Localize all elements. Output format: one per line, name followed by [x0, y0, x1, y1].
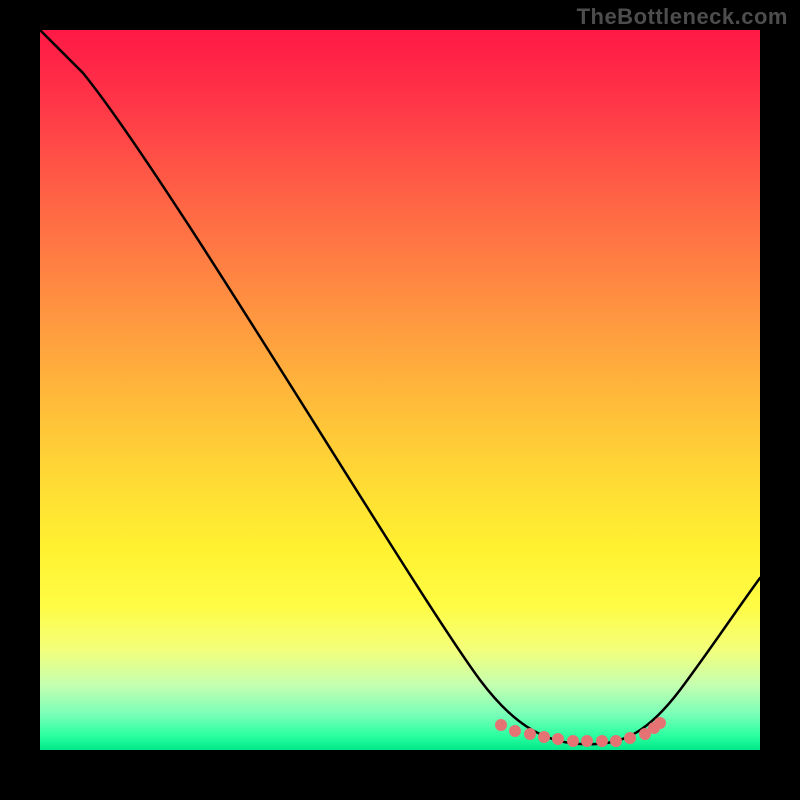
marker-dot — [552, 733, 564, 745]
marker-dot — [581, 735, 593, 747]
plot-area — [40, 30, 760, 750]
chart-frame: TheBottleneck.com — [0, 0, 800, 800]
marker-dot — [495, 719, 507, 731]
marker-dot — [596, 735, 608, 747]
marker-dot — [538, 731, 550, 743]
watermark-text: TheBottleneck.com — [577, 4, 788, 30]
curve-svg — [40, 30, 760, 750]
marker-dot — [567, 735, 579, 747]
marker-dot — [654, 717, 666, 729]
marker-dot — [524, 728, 536, 740]
bottleneck-curve — [40, 30, 760, 744]
marker-dot — [624, 732, 636, 744]
marker-dot — [509, 725, 521, 737]
marker-dot — [610, 735, 622, 747]
